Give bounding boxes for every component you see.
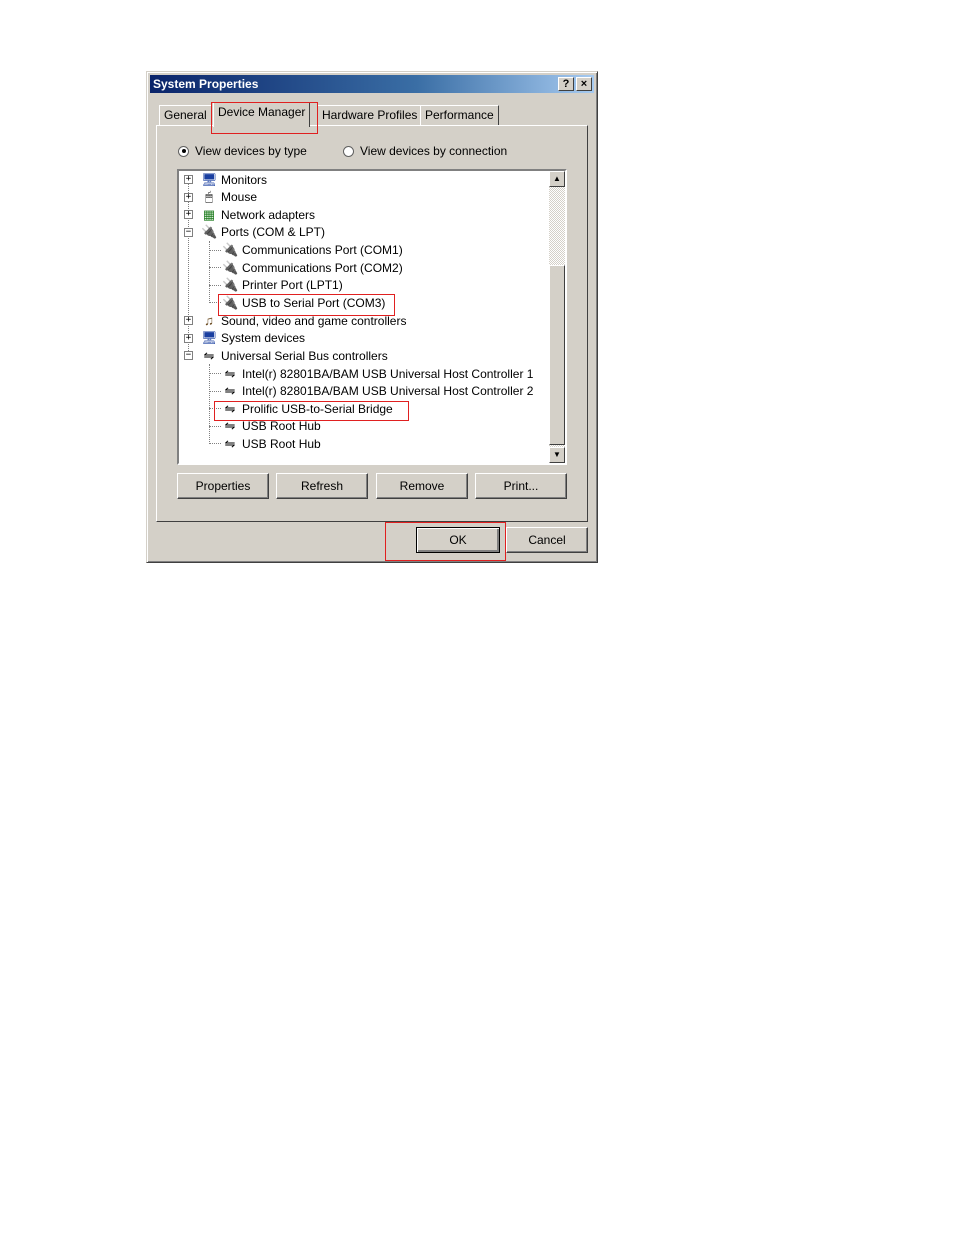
tree-item-label: Intel(r) 82801BA/BAM USB Universal Host … <box>242 383 534 398</box>
radio-view-by-type-label: View devices by type <box>195 144 307 158</box>
tree-line <box>209 364 210 444</box>
scroll-thumb[interactable] <box>549 265 565 445</box>
tree-item-label: Sound, video and game controllers <box>221 313 407 328</box>
tree-line <box>209 408 221 409</box>
tree-item-label: USB to Serial Port (COM3) <box>242 295 386 310</box>
tree-item-label: USB Root Hub <box>242 418 321 433</box>
tree-item-com2[interactable]: 🔌 Communications Port (COM2) <box>222 259 403 276</box>
tree-item-label: Universal Serial Bus controllers <box>221 348 388 363</box>
tree-line <box>209 250 221 251</box>
tree-line <box>188 179 189 355</box>
expand-icon[interactable]: + <box>184 193 193 202</box>
scroll-up-arrow-icon[interactable]: ▲ <box>549 171 565 187</box>
expand-icon[interactable]: + <box>184 316 193 325</box>
tree-item-label: USB Root Hub <box>242 436 321 451</box>
tree-item-usb-root-hub-2[interactable]: ⇋ USB Root Hub <box>222 435 321 452</box>
usb-icon: ⇋ <box>224 382 236 398</box>
tree-item-lpt1[interactable]: 🔌 Printer Port (LPT1) <box>222 276 343 293</box>
vertical-scrollbar[interactable]: ▲ ▼ <box>549 171 565 463</box>
expand-icon[interactable]: + <box>184 175 193 184</box>
tree-line <box>209 426 221 427</box>
tab-device-manager[interactable]: Device Manager <box>213 102 311 127</box>
tree-item-label: Communications Port (COM2) <box>242 260 403 275</box>
tree-line <box>209 302 221 303</box>
tree-item-label: Intel(r) 82801BA/BAM USB Universal Host … <box>242 366 534 381</box>
monitor-icon: 🖥 <box>201 171 218 187</box>
usb-icon: ⇋ <box>224 365 236 381</box>
tree-line <box>209 285 221 286</box>
tree-line <box>209 391 221 392</box>
tree-item-sound-video[interactable]: ♫ Sound, video and game controllers <box>201 312 406 329</box>
tree-item-host-controller-1[interactable]: ⇋ Intel(r) 82801BA/BAM USB Universal Hos… <box>222 365 534 382</box>
remove-button[interactable]: Remove <box>376 473 468 499</box>
mouse-icon: 🖱 <box>205 188 213 204</box>
scroll-down-arrow-icon[interactable]: ▼ <box>549 447 565 463</box>
usb-icon: ⇋ <box>224 417 236 433</box>
tab-general[interactable]: General <box>159 105 212 125</box>
ok-button[interactable]: OK <box>416 527 500 553</box>
tree-item-host-controller-2[interactable]: ⇋ Intel(r) 82801BA/BAM USB Universal Hos… <box>222 382 534 399</box>
radio-checked-icon <box>178 145 189 157</box>
tree-line <box>209 267 221 268</box>
computer-icon: 🖥 <box>201 329 218 345</box>
tree-item-system-devices[interactable]: 🖥 System devices <box>201 329 305 346</box>
tree-item-label: Mouse <box>221 189 258 204</box>
port-icon: 🔌 <box>201 223 218 239</box>
usb-icon: ⇋ <box>224 400 236 416</box>
tree-item-label: Monitors <box>221 172 268 187</box>
tree-item-usb-root-hub-1[interactable]: ⇋ USB Root Hub <box>222 417 321 434</box>
tab-performance[interactable]: Performance <box>420 105 499 125</box>
tree-line <box>209 443 221 444</box>
title-bar[interactable]: System Properties ? × <box>150 75 594 93</box>
tree-item-monitors[interactable]: 🖥 Monitors <box>201 171 267 188</box>
tab-hardware-profiles[interactable]: Hardware Profiles <box>317 105 423 125</box>
expand-icon[interactable]: + <box>184 334 193 343</box>
port-icon: 🔌 <box>222 294 239 310</box>
close-button[interactable]: × <box>576 77 592 91</box>
radio-view-by-connection-label: View devices by connection <box>360 144 508 158</box>
tree-item-label: System devices <box>221 330 306 345</box>
tree-item-mouse[interactable]: 🖱 Mouse <box>201 188 257 205</box>
system-properties-window: System Properties ? × General Device Man… <box>146 71 598 563</box>
radio-view-by-connection[interactable]: View devices by connection <box>343 144 507 158</box>
collapse-icon[interactable]: − <box>184 228 193 237</box>
port-icon: 🔌 <box>222 241 239 257</box>
tree-item-usb-serial-com3[interactable]: 🔌 USB to Serial Port (COM3) <box>222 294 385 311</box>
port-icon: 🔌 <box>222 276 239 292</box>
radio-unchecked-icon <box>343 145 354 157</box>
sound-icon: ♫ <box>204 312 214 328</box>
properties-button[interactable]: Properties <box>177 473 269 499</box>
tree-item-label: Communications Port (COM1) <box>242 242 403 257</box>
tree-item-label: Network adapters <box>221 207 316 222</box>
collapse-icon[interactable]: − <box>184 351 193 360</box>
tree-item-label: Prolific USB-to-Serial Bridge <box>242 401 393 416</box>
tree-item-com1[interactable]: 🔌 Communications Port (COM1) <box>222 241 403 258</box>
window-title: System Properties <box>153 77 259 91</box>
tree-item-ports[interactable]: 🔌 Ports (COM & LPT) <box>201 223 325 240</box>
tree-item-label: Ports (COM & LPT) <box>221 224 326 239</box>
port-icon: 🔌 <box>222 259 239 275</box>
device-tree[interactable]: + 🖥 Monitors + 🖱 Mouse + ▦ Network adapt… <box>177 169 567 465</box>
network-icon: ▦ <box>202 206 216 222</box>
usb-icon: ⇋ <box>203 347 215 363</box>
tree-item-usb-controllers[interactable]: ⇋ Universal Serial Bus controllers <box>201 347 388 364</box>
tree-item-prolific-bridge[interactable]: ⇋ Prolific USB-to-Serial Bridge <box>222 400 393 417</box>
usb-icon: ⇋ <box>224 435 236 451</box>
cancel-button[interactable]: Cancel <box>506 527 588 553</box>
tree-line <box>209 373 221 374</box>
tree-item-network-adapters[interactable]: ▦ Network adapters <box>201 206 315 223</box>
refresh-button[interactable]: Refresh <box>276 473 368 499</box>
radio-view-by-type[interactable]: View devices by type <box>178 144 307 158</box>
print-button[interactable]: Print... <box>475 473 567 499</box>
help-button[interactable]: ? <box>558 77 574 91</box>
expand-icon[interactable]: + <box>184 210 193 219</box>
tree-item-label: Printer Port (LPT1) <box>242 277 343 292</box>
